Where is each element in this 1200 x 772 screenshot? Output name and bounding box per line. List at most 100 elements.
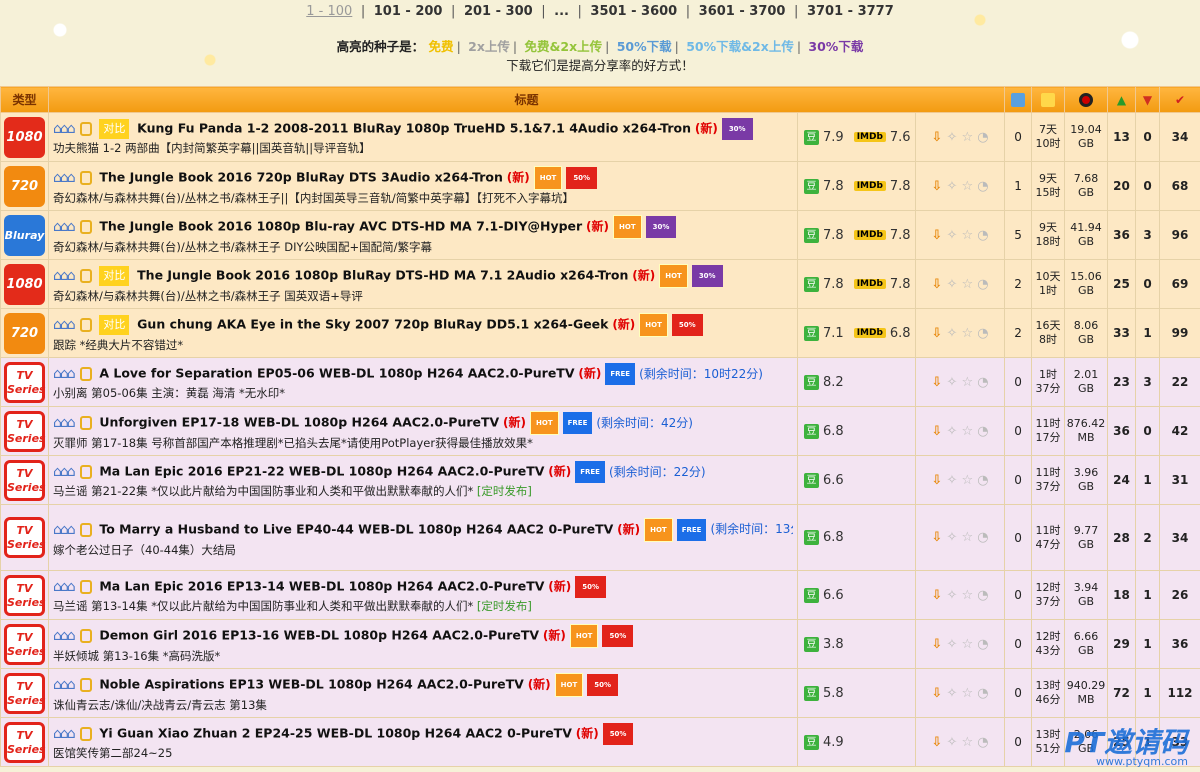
cloud-icon[interactable]: ✧ [946, 424, 957, 439]
page-link[interactable]: ... [552, 4, 571, 19]
bookmark-icon[interactable] [79, 269, 92, 283]
cloud-icon[interactable]: ✧ [946, 228, 957, 243]
page-link[interactable]: 201 - 300 [462, 4, 535, 19]
seeders-count[interactable]: 20 [1107, 161, 1137, 211]
col-title[interactable]: 标题 [47, 86, 1006, 113]
torrent-title-link[interactable]: Ma Lan Epic 2016 EP21-22 WEB-DL 1080p H2… [99, 464, 544, 479]
comments-count[interactable]: 0 [1004, 455, 1033, 505]
completed-count[interactable]: 26 [1159, 570, 1200, 620]
comments-count[interactable]: 0 [1004, 112, 1033, 162]
seeders-count[interactable]: 36 [1107, 210, 1137, 260]
download-icon[interactable]: ⇩ [931, 637, 942, 652]
download-icon[interactable]: ⇩ [931, 735, 942, 750]
download-icon[interactable]: ⇩ [931, 326, 942, 341]
bookmark-icon[interactable] [79, 678, 92, 692]
rss-icon[interactable]: ◔ [977, 375, 988, 390]
download-icon[interactable]: ⇩ [931, 277, 942, 292]
completed-count[interactable]: 31 [1159, 455, 1200, 505]
cloud-icon[interactable]: ✧ [946, 686, 957, 701]
star-icon[interactable]: ☆ [961, 424, 973, 439]
star-icon[interactable]: ☆ [961, 277, 973, 292]
page-link[interactable]: 3601 - 3700 [697, 4, 788, 19]
completed-count[interactable]: 112 [1159, 668, 1200, 718]
rss-icon[interactable]: ◔ [977, 530, 988, 545]
star-icon[interactable]: ☆ [961, 637, 973, 652]
cloud-icon[interactable]: ✧ [946, 326, 957, 341]
leechers-count[interactable]: 3 [1135, 357, 1161, 407]
table-row[interactable]: TV Series ⌂⌂⌂ Noble Aspirations EP13 WEB-… [0, 668, 1200, 718]
download-icon[interactable]: ⇩ [931, 375, 942, 390]
torrent-title-link[interactable]: The Jungle Book 2016 1080p Blu-ray AVC D… [99, 219, 582, 234]
torrent-title-link[interactable]: The Jungle Book 2016 1080p BluRay DTS-HD… [137, 268, 628, 283]
cloud-icon[interactable]: ✧ [946, 375, 957, 390]
seeders-count[interactable]: 33 [1107, 308, 1137, 358]
star-icon[interactable]: ☆ [961, 228, 973, 243]
torrent-title-link[interactable]: The Jungle Book 2016 720p BluRay DTS 3Au… [99, 170, 503, 185]
table-row[interactable]: TV Series ⌂⌂⌂ Demon Girl 2016 EP13-16 WEB… [0, 619, 1200, 669]
rss-icon[interactable]: ◔ [977, 735, 988, 750]
leechers-count[interactable]: 0 [1135, 259, 1161, 309]
page-link[interactable]: 3501 - 3600 [588, 4, 679, 19]
comments-count[interactable]: 0 [1004, 357, 1033, 407]
comments-count[interactable]: 0 [1004, 717, 1033, 767]
seeders-count[interactable]: 72 [1107, 668, 1137, 718]
seeders-count[interactable]: 24 [1107, 455, 1137, 505]
compare-badge[interactable]: 对比 [99, 315, 130, 335]
leechers-count[interactable]: 3 [1135, 210, 1161, 260]
leechers-count[interactable]: 1 [1135, 668, 1161, 718]
col-leechers[interactable]: ▼ [1135, 86, 1161, 113]
bookmark-icon[interactable] [79, 629, 92, 643]
download-icon[interactable]: ⇩ [931, 130, 942, 145]
cloud-icon[interactable]: ✧ [946, 179, 957, 194]
torrent-title-link[interactable]: To Marry a Husband to Live EP40-44 WEB-D… [99, 521, 613, 536]
category-badge[interactable]: 1080 [4, 263, 45, 305]
category-badge[interactable]: TV Series [4, 721, 46, 763]
cloud-icon[interactable]: ✧ [946, 130, 957, 145]
comments-count[interactable]: 5 [1004, 210, 1033, 260]
comments-count[interactable]: 0 [1004, 619, 1033, 669]
torrent-title-link[interactable]: Kung Fu Panda 1-2 2008-2011 BluRay 1080p… [137, 121, 691, 136]
bookmark-icon[interactable] [79, 416, 92, 430]
cloud-icon[interactable]: ✧ [946, 735, 957, 750]
table-row[interactable]: 1080 ⌂⌂⌂ 对比 Kung Fu Panda 1-2 2008-2011 … [0, 112, 1200, 162]
seeders-count[interactable]: 28 [1107, 504, 1137, 571]
completed-count[interactable]: 99 [1159, 308, 1200, 358]
download-icon[interactable]: ⇩ [931, 424, 942, 439]
table-row[interactable]: TV Series ⌂⌂⌂ To Marry a Husband to Live … [0, 504, 1200, 571]
torrent-title-link[interactable]: Gun chung AKA Eye in the Sky 2007 720p B… [137, 317, 608, 332]
bookmark-icon[interactable] [79, 220, 92, 234]
table-row[interactable]: Bluray ⌂⌂⌂ The Jungle Book 2016 1080p Bl… [0, 210, 1200, 260]
cloud-icon[interactable]: ✧ [946, 277, 957, 292]
comments-count[interactable]: 2 [1004, 259, 1033, 309]
download-icon[interactable]: ⇩ [931, 473, 942, 488]
comments-count[interactable]: 2 [1004, 308, 1033, 358]
star-icon[interactable]: ☆ [961, 735, 973, 750]
category-badge[interactable]: 720 [4, 312, 45, 354]
rss-icon[interactable]: ◔ [977, 588, 988, 603]
torrent-title-link[interactable]: Unforgiven EP17-18 WEB-DL 1080p H264 AAC… [99, 415, 499, 430]
table-row[interactable]: TV Series ⌂⌂⌂ Unforgiven EP17-18 WEB-DL 1… [0, 406, 1200, 456]
completed-count[interactable]: 22 [1159, 357, 1200, 407]
rss-icon[interactable]: ◔ [977, 277, 988, 292]
torrent-title-link[interactable]: Yi Guan Xiao Zhuan 2 EP24-25 WEB-DL 1080… [99, 726, 572, 741]
category-badge[interactable]: TV Series [4, 517, 46, 558]
leechers-count[interactable]: 0 [1135, 406, 1161, 456]
download-icon[interactable]: ⇩ [931, 530, 942, 545]
category-badge[interactable]: 720 [4, 165, 45, 207]
star-icon[interactable]: ☆ [961, 130, 973, 145]
star-icon[interactable]: ☆ [961, 375, 973, 390]
page-link[interactable]: 3701 - 3777 [805, 4, 896, 19]
category-badge[interactable]: TV Series [4, 459, 46, 501]
completed-count[interactable]: 96 [1159, 210, 1200, 260]
category-badge[interactable]: TV Series [4, 672, 46, 714]
rss-icon[interactable]: ◔ [977, 473, 988, 488]
seeders-count[interactable]: 23 [1107, 357, 1137, 407]
col-time[interactable] [1031, 86, 1066, 113]
bookmark-icon[interactable] [79, 367, 92, 381]
page-link[interactable]: 101 - 200 [372, 4, 445, 19]
bookmark-icon[interactable] [79, 580, 92, 594]
table-row[interactable]: TV Series ⌂⌂⌂ Yi Guan Xiao Zhuan 2 EP24-2… [0, 717, 1200, 767]
table-row[interactable]: TV Series ⌂⌂⌂ Ma Lan Epic 2016 EP13-14 WE… [0, 570, 1200, 620]
category-badge[interactable]: 1080 [4, 116, 45, 158]
table-row[interactable]: TV Series ⌂⌂⌂ Ma Lan Epic 2016 EP21-22 WE… [0, 455, 1200, 505]
